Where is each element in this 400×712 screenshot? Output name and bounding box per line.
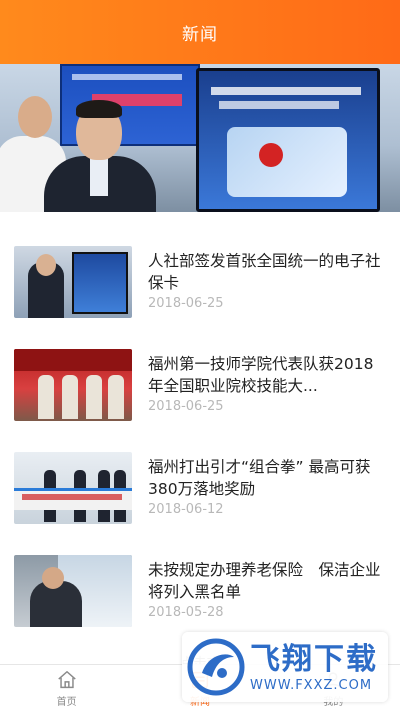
tab-home-label: 首页 bbox=[56, 697, 77, 708]
news-date: 2018-06-25 bbox=[148, 296, 224, 311]
news-item[interactable]: 福州打出引才“组合拳” 最高可获380万落地奖励 2018-06-12 bbox=[0, 438, 400, 538]
news-title: 未按规定办理养老保险 保洁企业将列入黑名单 bbox=[148, 561, 381, 601]
news-thumbnail bbox=[14, 555, 132, 627]
news-thumbnail bbox=[14, 246, 132, 318]
watermark-name: 飞翔下载 bbox=[250, 641, 378, 677]
news-thumbnail bbox=[14, 452, 132, 524]
top-bar: 新闻 bbox=[0, 0, 400, 64]
watermark-url: WWW.FXXZ.COM bbox=[250, 677, 373, 693]
banner-person-main bbox=[20, 100, 160, 212]
news-title: 福州第一技师学院代表队获2018年全国职业院校技能大... bbox=[148, 355, 374, 395]
watermark-logo-icon bbox=[187, 638, 245, 696]
news-title: 福州打出引才“组合拳” 最高可获380万落地奖励 bbox=[148, 458, 371, 498]
news-banner-carousel[interactable] bbox=[0, 64, 400, 212]
news-item[interactable]: 未按规定办理养老保险 保洁企业将列入黑名单 2018-05-28 bbox=[0, 541, 400, 641]
news-date: 2018-06-25 bbox=[148, 399, 224, 414]
news-date: 2018-06-12 bbox=[148, 502, 224, 517]
site-watermark: 飞翔下载 WWW.FXXZ.COM bbox=[182, 632, 388, 702]
news-date: 2018-05-28 bbox=[148, 605, 224, 620]
news-title: 人社部签发首张全国统一的电子社保卡 bbox=[148, 252, 381, 292]
news-item[interactable]: 福州第一技师学院代表队获2018年全国职业院校技能大... 2018-06-25 bbox=[0, 335, 400, 435]
banner-display-screen bbox=[196, 68, 380, 212]
home-icon bbox=[57, 671, 76, 689]
news-thumbnail bbox=[14, 349, 132, 421]
news-item[interactable]: 人社部签发首张全国统一的电子社保卡 2018-06-25 bbox=[0, 232, 400, 332]
tab-home[interactable]: 首页 bbox=[0, 665, 133, 712]
page-title: 新闻 bbox=[182, 24, 218, 45]
